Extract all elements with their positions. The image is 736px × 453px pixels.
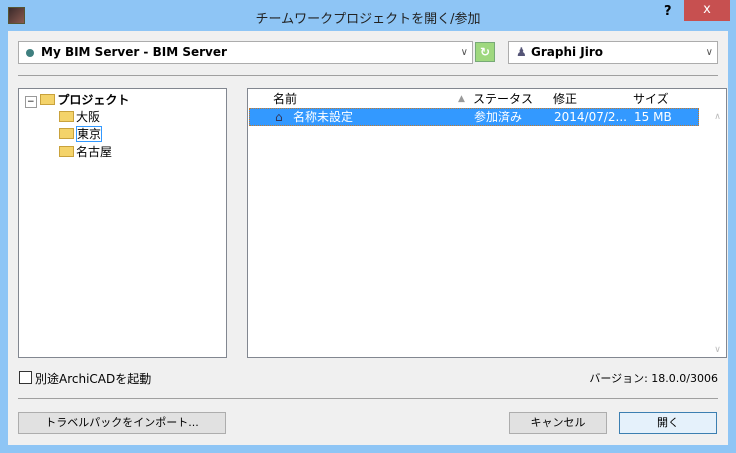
project-icon: ⌂	[275, 110, 283, 124]
tree-item-tokyo[interactable]: 東京	[59, 126, 103, 142]
column-header-status[interactable]: ステータス	[473, 91, 533, 108]
server-value: My BIM Server - BIM Server	[41, 45, 227, 59]
open-button[interactable]: 開く	[619, 412, 717, 434]
row-size: 15 MB	[634, 110, 672, 124]
tree-root-label: プロジェクト	[57, 93, 130, 107]
column-header-name[interactable]: 名前	[273, 91, 297, 108]
tree-item-nagoya[interactable]: 名古屋	[59, 144, 112, 160]
tree-item-label: 東京	[76, 126, 103, 142]
folder-icon	[59, 111, 74, 122]
row-modified: 2014/07/2...	[554, 110, 627, 124]
tree-item-osaka[interactable]: 大阪	[59, 109, 100, 125]
version-label: バージョン: 18.0.0/3006	[589, 372, 718, 385]
user-select[interactable]: ♟ Graphi Jiro ∨	[508, 41, 718, 64]
refresh-icon[interactable]: ↻	[475, 42, 495, 62]
chevron-down-icon: ∨	[460, 47, 468, 58]
tree-item-label: 名古屋	[76, 145, 113, 159]
server-select[interactable]: My BIM Server - BIM Server ∨	[18, 41, 473, 64]
scrollbar[interactable]: ∧ ∨	[709, 108, 726, 357]
user-value: Graphi Jiro	[531, 45, 604, 59]
close-button[interactable]: x	[684, 0, 730, 21]
help-button[interactable]: ?	[664, 4, 672, 19]
launch-archicad-checkbox[interactable]	[19, 371, 32, 384]
project-list[interactable]: 名前 ▲ ステータス 修正 サイズ ⌂ 名称未設定 参加済み 2014/07/2…	[247, 88, 727, 358]
tree-root[interactable]: − プロジェクト	[25, 92, 129, 108]
title-bar: チームワークプロジェクトを開く/参加 ? x	[0, 0, 736, 31]
project-tree[interactable]: − プロジェクト 大阪 東京 名古屋	[18, 88, 227, 358]
dialog-body: My BIM Server - BIM Server ∨ ↻ ♟ Graphi …	[8, 31, 728, 445]
folder-icon	[40, 94, 56, 105]
divider	[18, 75, 718, 76]
sort-ascending-icon: ▲	[458, 94, 465, 104]
divider	[18, 398, 718, 399]
folder-icon	[59, 128, 74, 139]
tree-item-label: 大阪	[76, 110, 101, 124]
checkbox-label: 別途ArchiCADを起動	[35, 372, 152, 386]
table-row[interactable]: ⌂ 名称未設定 参加済み 2014/07/2... 15 MB	[249, 108, 699, 126]
user-icon: ♟	[516, 45, 527, 59]
row-name: 名称未設定	[293, 110, 354, 124]
row-status: 参加済み	[474, 110, 523, 124]
chevron-down-icon: ∨	[705, 47, 713, 58]
column-header-size[interactable]: サイズ	[633, 91, 669, 108]
column-header-modified[interactable]: 修正	[553, 91, 577, 108]
cancel-button[interactable]: キャンセル	[509, 412, 607, 434]
window-title: チームワークプロジェクトを開く/参加	[255, 12, 481, 27]
server-icon	[26, 49, 34, 57]
import-travel-pack-button[interactable]: トラベルパックをインポート...	[18, 412, 226, 434]
folder-icon	[59, 146, 74, 157]
